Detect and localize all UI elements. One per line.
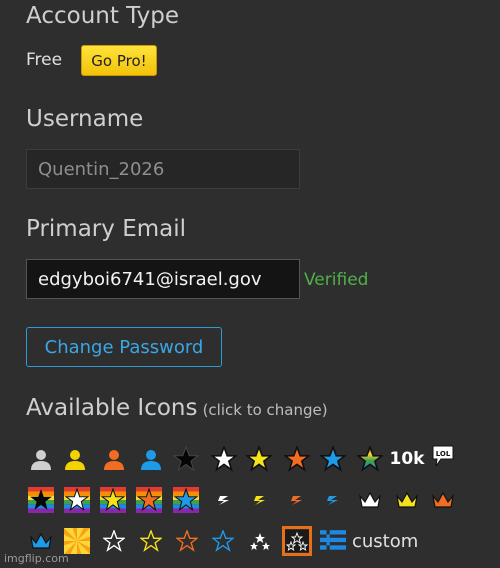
star-yellow-icon[interactable] [246, 446, 272, 472]
outline-star-orange-icon[interactable] [174, 528, 200, 554]
lightning-yellow-icon[interactable] [247, 487, 273, 513]
10k-badge-icon[interactable]: 10k [390, 446, 425, 472]
custom-icon-link[interactable]: custom [352, 531, 418, 552]
crown-blue-icon[interactable] [28, 528, 54, 554]
verified-status: Verified [304, 270, 369, 290]
available-icons-title: Available Icons [26, 395, 198, 421]
dotted-stars-icon[interactable] [284, 528, 310, 554]
star-rainbow-icon[interactable] [357, 446, 383, 472]
user-gray-icon[interactable] [28, 446, 54, 472]
outline-star-blue-icon[interactable] [210, 528, 236, 554]
email-field[interactable]: edgyboi6741@israel.gov [26, 259, 300, 299]
star-orange-icon[interactable] [284, 446, 310, 472]
crown-orange-icon[interactable] [430, 487, 456, 513]
rainbow-star-blue-icon[interactable] [173, 487, 199, 513]
primary-email-heading: Primary Email [26, 216, 187, 242]
lightning-blue-icon[interactable] [320, 487, 346, 513]
rainbow-star-orange-icon[interactable] [136, 487, 162, 513]
icons-hint: (click to change) [202, 401, 328, 419]
small-stars-icon[interactable] [247, 528, 273, 554]
star-blue-icon[interactable] [320, 446, 346, 472]
user-blue-icon[interactable] [138, 446, 164, 472]
go-pro-button[interactable]: Go Pro! [81, 45, 157, 76]
svg-text:LOL: LOL [436, 450, 451, 458]
crown-yellow-icon[interactable] [394, 487, 420, 513]
lightning-white-icon[interactable] [211, 487, 237, 513]
account-type-heading: Account Type [26, 3, 180, 29]
star-black-icon[interactable] [173, 446, 199, 472]
lol-bubble-icon[interactable]: LOL [430, 444, 456, 470]
user-yellow-icon[interactable] [62, 446, 88, 472]
username-heading: Username [26, 106, 144, 132]
plan-label: Free [26, 50, 63, 70]
outline-star-yellow-icon[interactable] [138, 528, 164, 554]
username-field: Quentin_2026 [26, 149, 300, 189]
change-password-button[interactable]: Change Password [26, 327, 222, 367]
crown-white-icon[interactable] [357, 487, 383, 513]
watermark: imgflip.com [4, 552, 69, 565]
lightning-orange-icon[interactable] [284, 487, 310, 513]
rainbow-star-yellow-icon[interactable] [100, 487, 126, 513]
outline-star-white-icon[interactable] [101, 528, 127, 554]
user-orange-icon[interactable] [101, 446, 127, 472]
rainbow-star-black-icon[interactable] [28, 487, 54, 513]
sunburst-icon[interactable] [64, 528, 90, 554]
custom-pixel-icon[interactable] [320, 528, 346, 554]
star-white-icon[interactable] [211, 446, 237, 472]
available-icons-heading: Available Icons (click to change) [26, 395, 328, 421]
rainbow-star-white-icon[interactable] [64, 487, 90, 513]
